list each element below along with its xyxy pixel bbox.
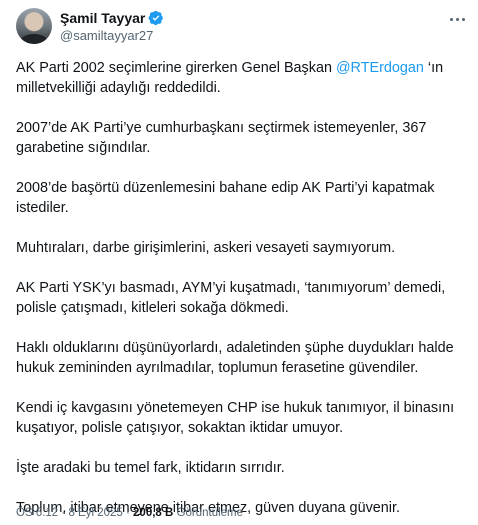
verified-badge-icon [148, 10, 164, 26]
mention-link[interactable]: @RTErdogan [336, 60, 424, 76]
tweet-card: Şamil Tayyar @samiltayyar27 AK Parti 200… [0, 0, 478, 525]
tweet-header: Şamil Tayyar @samiltayyar27 [16, 8, 462, 44]
more-options-icon[interactable] [446, 8, 468, 30]
meta-separator: · [122, 507, 134, 519]
tweet-paragraph: Kendi iç kavgasını yönetemeyen CHP ise h… [16, 400, 455, 436]
views-label: Görüntüleme [176, 507, 243, 519]
tweet-paragraph: AK Parti YSK’yı basmadı, AYM’yi kuşatmad… [16, 280, 446, 316]
tweet-paragraph: AK Parti 2002 seçimlerine girerken Genel… [16, 58, 456, 98]
tweet-paragraph: Haklı olduklarını düşünüyorlardı, adalet… [16, 340, 454, 376]
author-block: Şamil Tayyar @samiltayyar27 [60, 9, 164, 43]
avatar-shoulders [20, 34, 48, 44]
tweet-text: AK Parti 2002 seçimlerine girerken Genel… [16, 58, 456, 518]
tweet-paragraph: İşte aradaki bu temel fark, iktidarın sı… [16, 460, 285, 476]
views-count: 200,8 B [133, 507, 174, 519]
tweet-meta: ÖS 6:12 · 8 Eyl 2025 · 200,8 B Görüntüle… [16, 507, 243, 519]
tweet-paragraph: 2007’de AK Parti’ye cumhurbaşkanı seçtir… [16, 120, 427, 156]
tweet-time[interactable]: ÖS 6:12 [16, 507, 58, 519]
tweet-text-segment: AK Parti 2002 seçimlerine girerken Genel… [16, 60, 336, 76]
tweet-date[interactable]: 8 Eyl 2025 [68, 507, 122, 519]
author-display-name[interactable]: Şamil Tayyar [60, 10, 145, 26]
tweet-paragraph: 2008’de başörtü düzenlemesini bahane edi… [16, 180, 435, 216]
tweet-paragraph: Muhtıraları, darbe girişimlerini, askeri… [16, 240, 396, 256]
meta-separator: · [58, 507, 69, 519]
avatar[interactable] [16, 8, 52, 44]
author-handle[interactable]: @samiltayyar27 [60, 28, 164, 43]
name-row: Şamil Tayyar [60, 9, 164, 27]
